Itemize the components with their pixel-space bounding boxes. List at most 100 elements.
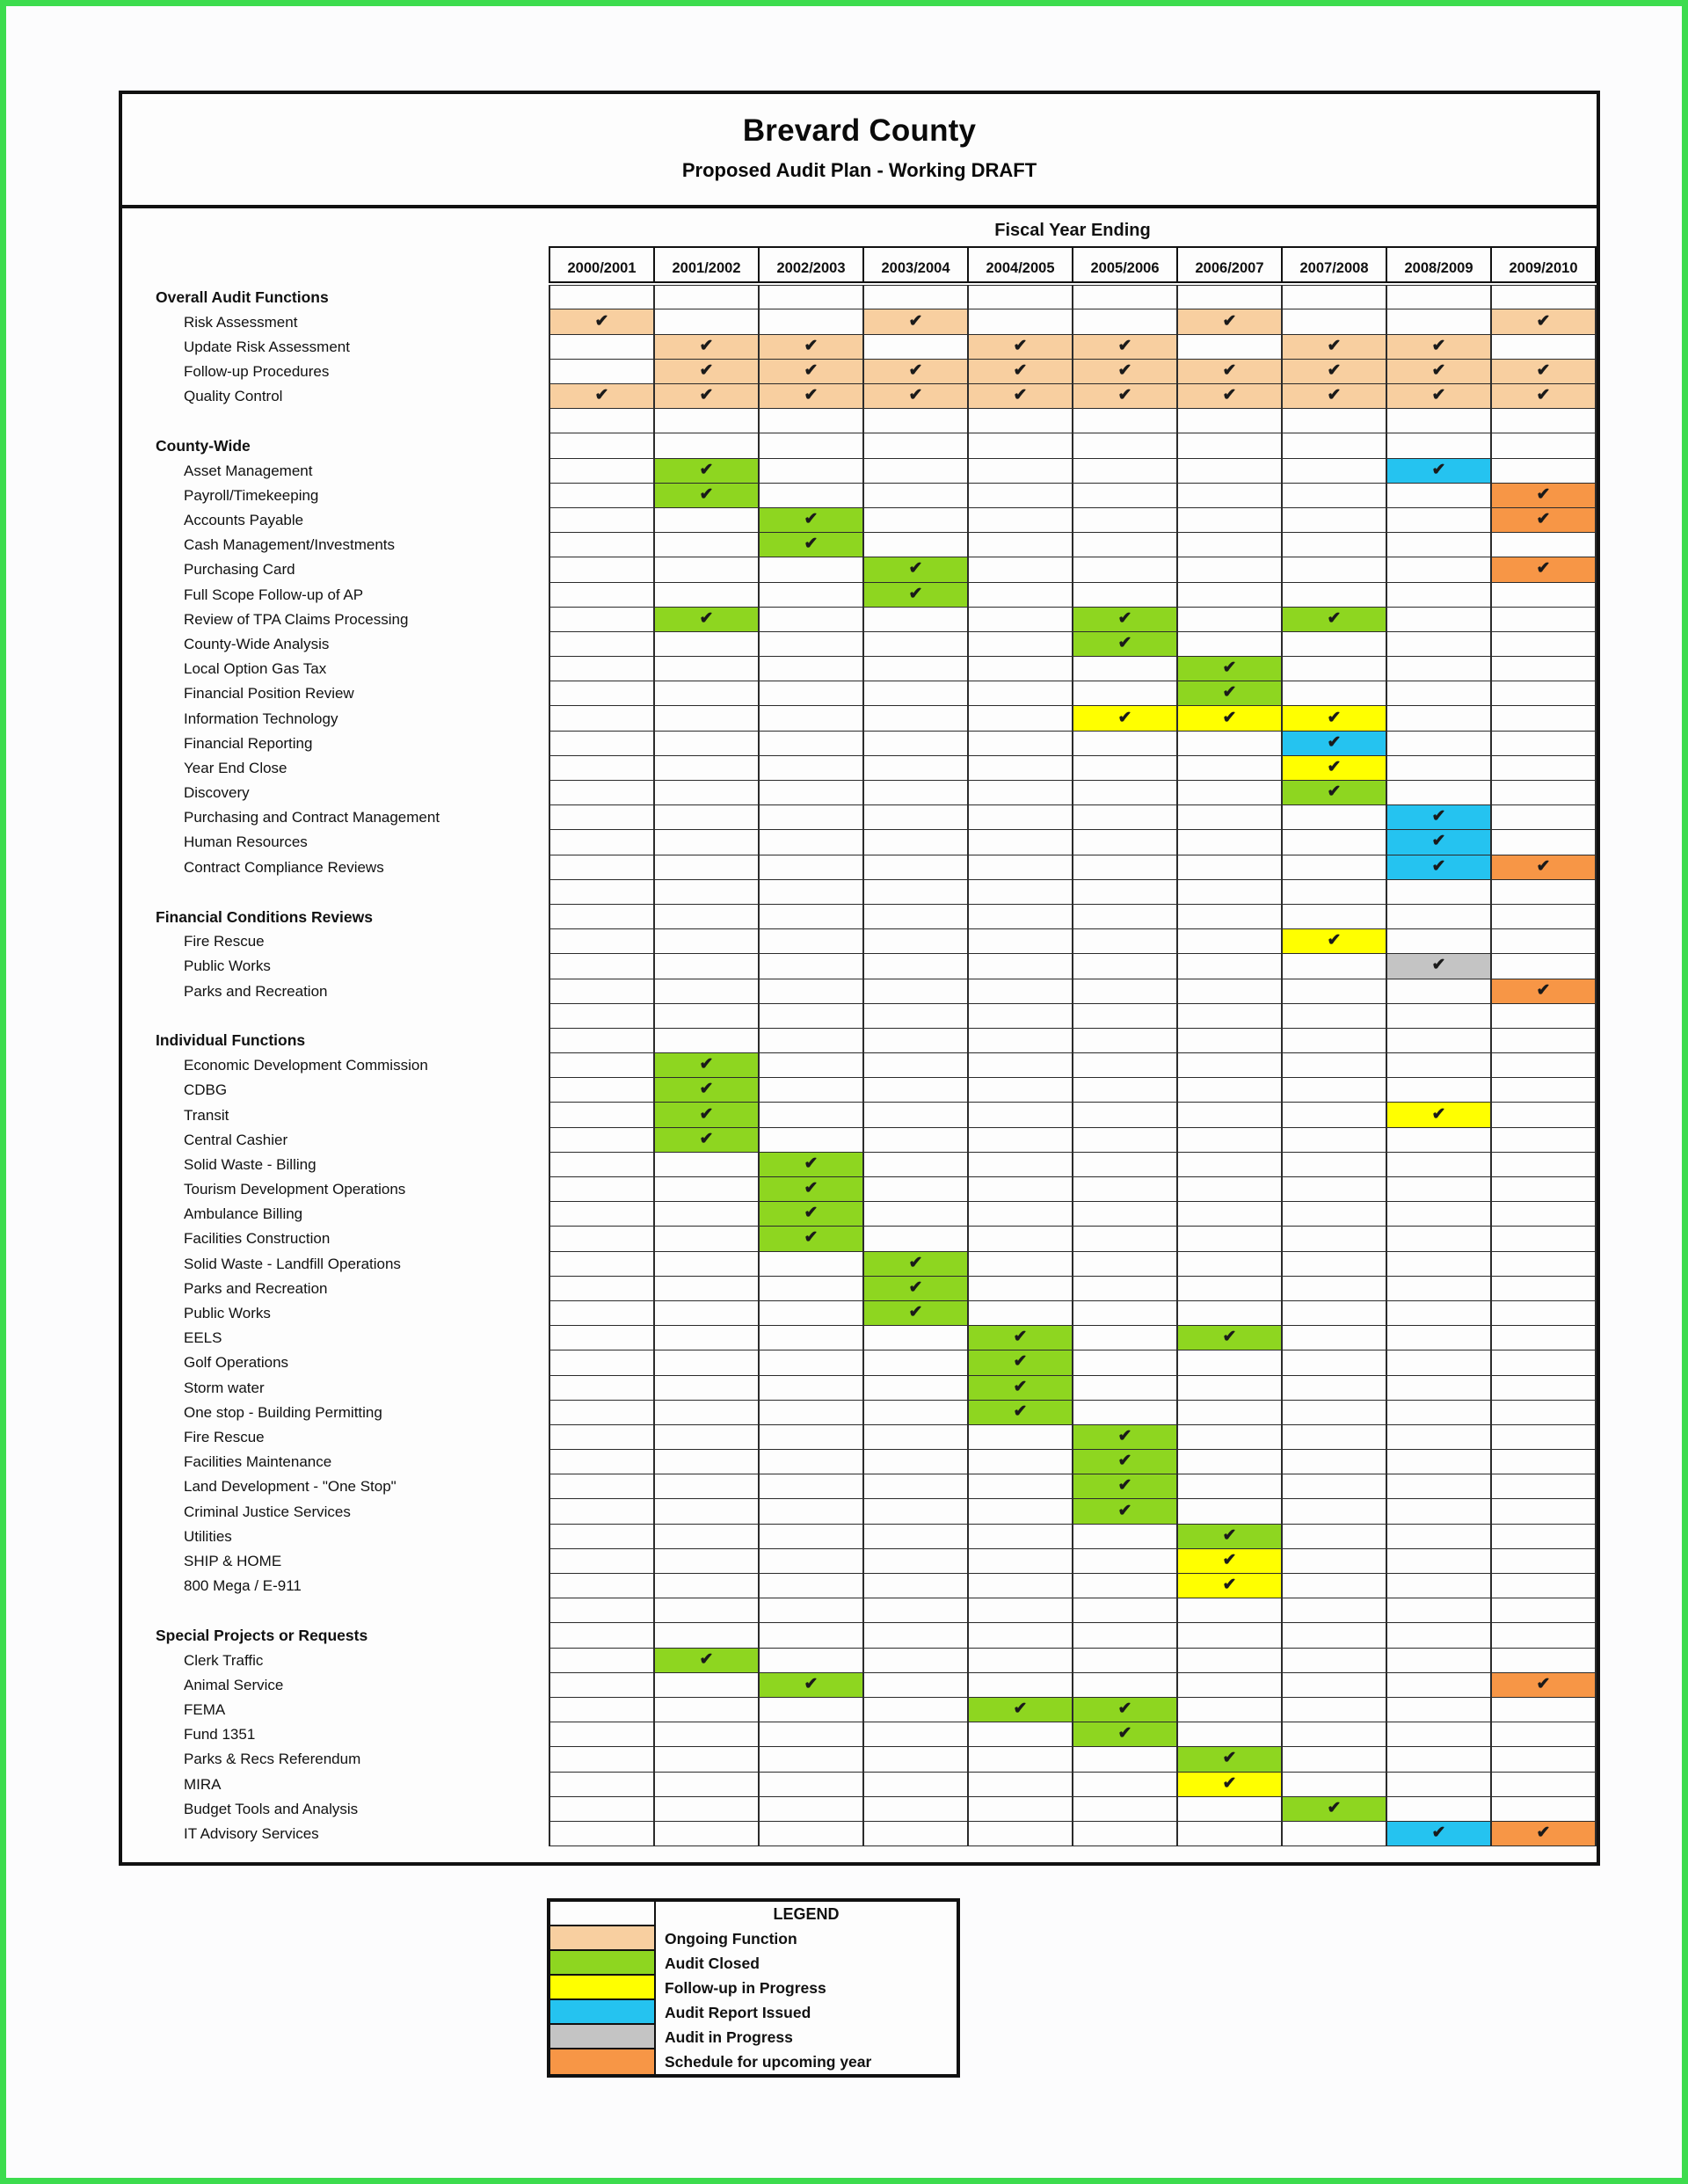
status-cell-closed[interactable]: ✔ (1073, 1474, 1178, 1499)
status-cell-upcoming[interactable]: ✔ (1492, 483, 1597, 507)
status-cell-closed[interactable]: ✔ (655, 1103, 760, 1127)
status-cell-closed[interactable]: ✔ (655, 607, 760, 631)
status-cell-closed[interactable]: ✔ (760, 1152, 864, 1176)
status-cell-issued[interactable]: ✔ (1387, 805, 1492, 830)
status-cell-upcoming[interactable]: ✔ (1492, 1672, 1597, 1697)
status-cell-followup[interactable]: ✔ (1178, 1772, 1283, 1796)
status-cell-peach[interactable]: ✔ (1492, 384, 1597, 409)
status-cell-peach[interactable]: ✔ (1387, 359, 1492, 383)
status-cell-closed[interactable]: ✔ (969, 1326, 1073, 1350)
status-cell-closed[interactable]: ✔ (1073, 1722, 1178, 1747)
status-cell-closed[interactable]: ✔ (864, 1276, 969, 1300)
status-cell-peach[interactable]: ✔ (1387, 384, 1492, 409)
status-cell-peach[interactable]: ✔ (655, 359, 760, 383)
status-cell-issued[interactable]: ✔ (1387, 1821, 1492, 1846)
status-cell-peach[interactable]: ✔ (969, 384, 1073, 409)
status-cell-closed[interactable]: ✔ (760, 507, 864, 533)
column-header-2008-2009[interactable]: 2008/2009 (1387, 248, 1492, 282)
status-cell-closed[interactable]: ✔ (1073, 1450, 1178, 1474)
status-cell-peach[interactable]: ✔ (969, 359, 1073, 383)
status-cell-closed[interactable]: ✔ (1178, 681, 1283, 706)
status-cell-peach[interactable]: ✔ (655, 334, 760, 359)
column-header-2000-2001[interactable]: 2000/2001 (550, 248, 655, 282)
status-cell-peach[interactable]: ✔ (1283, 334, 1387, 359)
status-cell-closed[interactable]: ✔ (1178, 657, 1283, 681)
status-cell-followup[interactable]: ✔ (1283, 755, 1387, 780)
status-cell-closed[interactable]: ✔ (655, 483, 760, 507)
status-cell-peach[interactable]: ✔ (655, 384, 760, 409)
status-cell-closed[interactable]: ✔ (864, 582, 969, 607)
status-cell-peach[interactable]: ✔ (1387, 334, 1492, 359)
status-cell-peach[interactable]: ✔ (1283, 359, 1387, 383)
status-cell-followup[interactable]: ✔ (1178, 1548, 1283, 1573)
status-cell-peach[interactable]: ✔ (1073, 334, 1178, 359)
status-cell-peach[interactable]: ✔ (864, 309, 969, 334)
status-cell-closed[interactable]: ✔ (1283, 1796, 1387, 1821)
status-cell-issued[interactable]: ✔ (1387, 830, 1492, 855)
status-cell-followup[interactable]: ✔ (1387, 1103, 1492, 1127)
column-header-2009-2010[interactable]: 2009/2010 (1492, 248, 1597, 282)
status-cell-closed[interactable]: ✔ (1178, 1524, 1283, 1548)
status-cell-closed[interactable]: ✔ (655, 1053, 760, 1078)
column-header-2003-2004[interactable]: 2003/2004 (864, 248, 969, 282)
status-cell-peach[interactable]: ✔ (1178, 359, 1283, 383)
status-cell-closed[interactable]: ✔ (1178, 1326, 1283, 1350)
status-cell-peach[interactable]: ✔ (1283, 384, 1387, 409)
status-cell-closed[interactable]: ✔ (969, 1697, 1073, 1722)
status-cell-issued[interactable]: ✔ (1387, 458, 1492, 483)
status-cell-closed[interactable]: ✔ (864, 1300, 969, 1326)
column-header-2007-2008[interactable]: 2007/2008 (1283, 248, 1387, 282)
status-cell-peach[interactable]: ✔ (1178, 309, 1283, 334)
status-cell-peach[interactable]: ✔ (1073, 359, 1178, 383)
status-cell-closed[interactable]: ✔ (1283, 607, 1387, 631)
status-cell-closed[interactable]: ✔ (760, 533, 864, 557)
status-cell-closed[interactable]: ✔ (1073, 1424, 1178, 1450)
status-cell-in_progress[interactable]: ✔ (1387, 954, 1492, 979)
status-cell-issued[interactable]: ✔ (1387, 855, 1492, 879)
status-cell-peach[interactable]: ✔ (1178, 384, 1283, 409)
status-cell-closed[interactable]: ✔ (655, 1078, 760, 1103)
column-header-2002-2003[interactable]: 2002/2003 (760, 248, 864, 282)
column-header-2005-2006[interactable]: 2005/2006 (1073, 248, 1178, 282)
status-cell-closed[interactable]: ✔ (864, 557, 969, 582)
status-cell-upcoming[interactable]: ✔ (1492, 557, 1597, 582)
status-cell-closed[interactable]: ✔ (969, 1350, 1073, 1375)
status-cell-closed[interactable]: ✔ (760, 1227, 864, 1251)
status-cell-peach[interactable]: ✔ (1492, 359, 1597, 383)
status-cell-peach[interactable]: ✔ (550, 309, 655, 334)
status-cell-closed[interactable]: ✔ (1073, 1499, 1178, 1524)
status-cell-followup[interactable]: ✔ (1178, 1574, 1283, 1598)
status-cell-peach[interactable]: ✔ (864, 359, 969, 383)
status-cell-closed[interactable]: ✔ (1073, 1697, 1178, 1722)
status-cell-closed[interactable]: ✔ (1283, 781, 1387, 805)
status-cell-peach[interactable]: ✔ (1492, 309, 1597, 334)
status-cell-closed[interactable]: ✔ (760, 1177, 864, 1202)
status-cell-closed[interactable]: ✔ (760, 1672, 864, 1697)
status-cell-closed[interactable]: ✔ (655, 1648, 760, 1672)
status-cell-peach[interactable]: ✔ (864, 384, 969, 409)
status-cell-closed[interactable]: ✔ (655, 1127, 760, 1152)
column-header-2001-2002[interactable]: 2001/2002 (655, 248, 760, 282)
column-header-2006-2007[interactable]: 2006/2007 (1178, 248, 1283, 282)
status-cell-closed[interactable]: ✔ (1073, 631, 1178, 657)
status-cell-followup[interactable]: ✔ (1283, 706, 1387, 731)
status-cell-peach[interactable]: ✔ (760, 334, 864, 359)
status-cell-peach[interactable]: ✔ (969, 334, 1073, 359)
status-cell-followup[interactable]: ✔ (1283, 929, 1387, 954)
status-cell-upcoming[interactable]: ✔ (1492, 1821, 1597, 1846)
status-cell-upcoming[interactable]: ✔ (1492, 979, 1597, 1003)
status-cell-followup[interactable]: ✔ (1178, 706, 1283, 731)
status-cell-closed[interactable]: ✔ (655, 458, 760, 483)
status-cell-closed[interactable]: ✔ (969, 1375, 1073, 1400)
status-cell-closed[interactable]: ✔ (1073, 607, 1178, 631)
status-cell-closed[interactable]: ✔ (1178, 1747, 1283, 1772)
column-header-2004-2005[interactable]: 2004/2005 (969, 248, 1073, 282)
status-cell-peach[interactable]: ✔ (1073, 384, 1178, 409)
status-cell-followup[interactable]: ✔ (1073, 706, 1178, 731)
status-cell-peach[interactable]: ✔ (550, 384, 655, 409)
status-cell-peach[interactable]: ✔ (760, 359, 864, 383)
status-cell-upcoming[interactable]: ✔ (1492, 507, 1597, 533)
status-cell-upcoming[interactable]: ✔ (1492, 855, 1597, 879)
status-cell-closed[interactable]: ✔ (760, 1202, 864, 1227)
status-cell-closed[interactable]: ✔ (864, 1251, 969, 1276)
